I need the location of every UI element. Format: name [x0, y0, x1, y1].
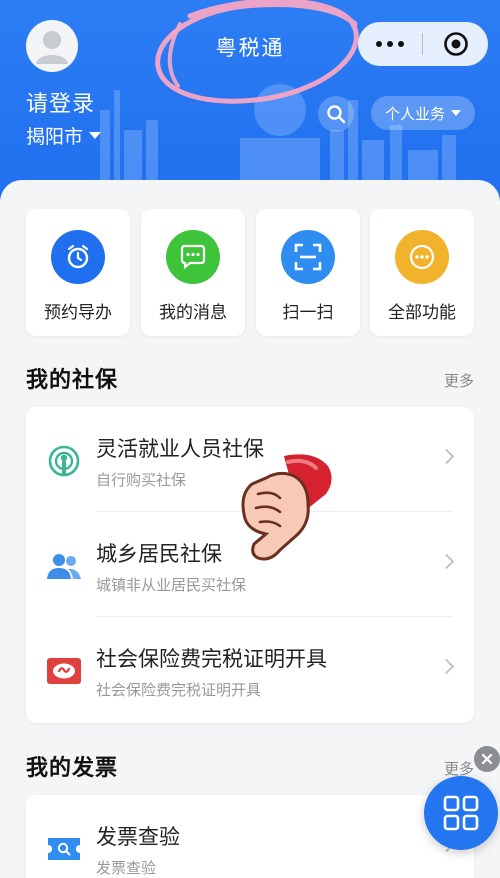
- list-item-subtitle: 自行购买社保: [96, 471, 187, 489]
- residents-icon: [46, 548, 82, 584]
- city-label: 揭阳市: [26, 126, 84, 148]
- list-item-invoice-check[interactable]: 发票查验 发票查验: [26, 795, 474, 878]
- close-icon: [481, 753, 493, 765]
- target-close-icon: [443, 32, 468, 56]
- scan-icon: [281, 230, 335, 284]
- list-item-subtitle: 发票查验: [96, 859, 157, 877]
- flexible-worker-icon: [46, 443, 82, 479]
- quick-action-appointment[interactable]: 预约导办: [26, 209, 130, 336]
- close-mini-program-button[interactable]: [423, 22, 488, 66]
- alarm-clock-icon: [51, 230, 105, 284]
- chevron-right-icon: [438, 658, 455, 675]
- search-button[interactable]: [318, 96, 354, 132]
- quick-action-label: 预约导办: [44, 303, 112, 323]
- list-item-subtitle: 社会保险费完税证明开具: [96, 681, 262, 699]
- close-floating-button[interactable]: [474, 746, 500, 772]
- more-dots-icon: [395, 230, 449, 284]
- personal-business-dropdown[interactable]: 个人业务: [371, 96, 475, 130]
- chat-bubble-icon: [166, 230, 220, 284]
- app-header: 请登录 揭阳市 粤税通 个人业务: [0, 0, 500, 210]
- city-selector[interactable]: 揭阳市: [26, 122, 102, 149]
- caret-down-icon: [451, 110, 461, 116]
- quick-action-all-features[interactable]: 全部功能: [370, 209, 474, 336]
- login-link[interactable]: 请登录: [26, 86, 95, 118]
- chevron-right-icon: [438, 448, 455, 465]
- list-item-title: 发票查验: [96, 825, 180, 849]
- quick-action-label: 我的消息: [159, 303, 227, 323]
- more-options-button[interactable]: [358, 22, 422, 66]
- pointing-hand-sticker: [241, 454, 332, 561]
- personal-business-label: 个人业务: [384, 104, 445, 123]
- section-title-social-security: 我的社保: [26, 368, 119, 393]
- invoices-card: 发票查验 发票查验: [26, 795, 474, 878]
- mini-program-capsule: [358, 22, 488, 66]
- search-icon: [327, 105, 346, 124]
- quick-action-label: 全部功能: [388, 303, 456, 323]
- list-item-subtitle: 城镇非从业居民买社保: [96, 576, 247, 594]
- list-item-tax-certificate[interactable]: 社会保险费完税证明开具 社会保险费完税证明开具: [26, 617, 474, 722]
- caret-down-icon: [89, 132, 102, 139]
- quick-action-messages[interactable]: 我的消息: [141, 209, 245, 336]
- grid-icon: [443, 795, 479, 831]
- floating-menu-button[interactable]: [424, 776, 498, 850]
- section-title-invoices: 我的发票: [26, 756, 119, 781]
- quick-action-label: 扫一扫: [282, 303, 334, 323]
- tax-certificate-icon: [46, 653, 82, 689]
- invoice-check-icon: [46, 831, 82, 867]
- list-item-title: 社会保险费完税证明开具: [96, 647, 327, 671]
- social-security-more-link[interactable]: 更多: [444, 370, 474, 391]
- list-item-title: 城乡居民社保: [96, 542, 222, 566]
- quick-action-scan[interactable]: 扫一扫: [256, 209, 360, 336]
- chevron-right-icon: [438, 553, 455, 570]
